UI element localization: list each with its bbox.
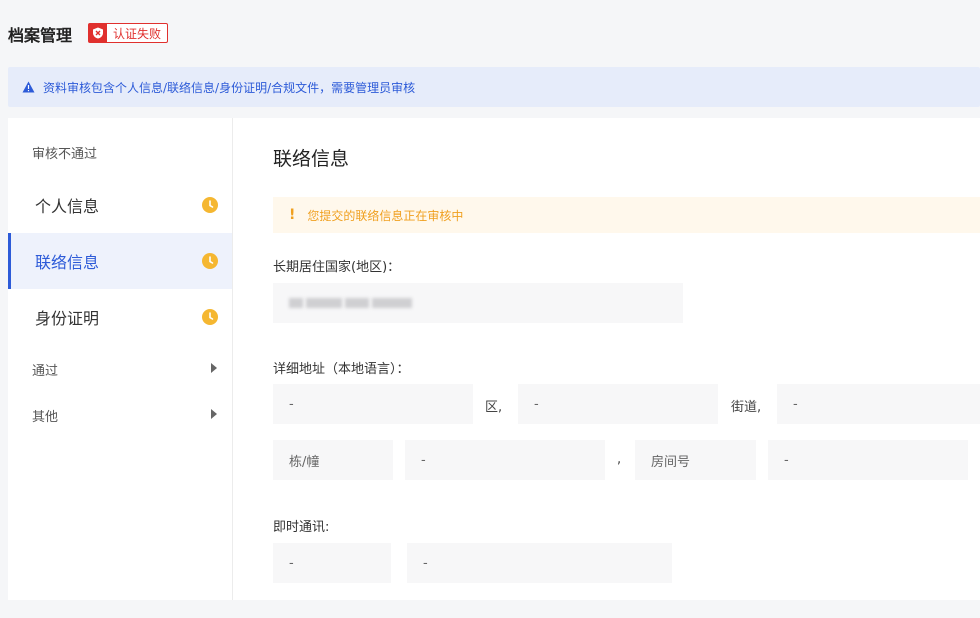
building-label-box: 栋/幢: [273, 440, 393, 480]
exclamation-icon: !: [289, 207, 296, 223]
clock-icon: [202, 309, 218, 325]
clock-icon: [202, 253, 218, 269]
address-label: 详细地址（本地语言）：: [273, 362, 410, 377]
sidebar-group-other[interactable]: 其他: [32, 406, 58, 425]
room-field[interactable]: -: [768, 440, 968, 480]
street-field[interactable]: -: [518, 384, 718, 424]
sidebar: 审核不通过 个人信息 联络信息 身份证明 通过 其他: [8, 118, 233, 600]
sidebar-item-label: 联络信息: [35, 253, 100, 272]
district-field[interactable]: -: [273, 384, 473, 424]
sidebar-item-personal-info[interactable]: 个人信息: [8, 177, 232, 233]
warning-triangle-icon: [22, 78, 35, 97]
sidebar-item-contact-info[interactable]: 联络信息: [8, 233, 232, 289]
sidebar-group-passed[interactable]: 通过: [32, 360, 58, 379]
header: 档案管理 认证失败: [0, 0, 980, 66]
main-panel: 审核不通过 个人信息 联络信息 身份证明 通过 其他 联络信息 ! 您提交的联络…: [8, 118, 980, 600]
building-separator: ,: [617, 452, 622, 467]
section-title: 联络信息: [273, 148, 350, 170]
caret-right-icon[interactable]: [210, 409, 218, 419]
clock-icon: [202, 197, 218, 213]
building-field[interactable]: -: [405, 440, 605, 480]
status-badge-label: 认证失败: [113, 26, 162, 41]
review-warning: ! 您提交的联络信息正在审核中: [273, 197, 980, 233]
sidebar-group-failed[interactable]: 审核不通过: [32, 143, 97, 162]
country-label: 长期居住国家(地区)：: [273, 260, 401, 275]
road-field[interactable]: -: [777, 384, 980, 424]
page-title: 档案管理: [8, 26, 73, 45]
sidebar-item-identity-proof[interactable]: 身份证明: [8, 289, 232, 345]
notice-bar: 资料审核包含个人信息/联络信息/身份证明/合规文件，需要管理员审核: [8, 67, 980, 107]
district-separator: 区,: [485, 400, 503, 415]
im-type-field[interactable]: -: [273, 543, 391, 583]
sidebar-item-label: 身份证明: [35, 309, 100, 328]
caret-right-icon[interactable]: [210, 363, 218, 373]
sidebar-item-label: 个人信息: [35, 197, 100, 216]
im-account-field[interactable]: -: [407, 543, 672, 583]
country-field[interactable]: [273, 283, 683, 323]
room-label-box: 房间号: [635, 440, 756, 480]
im-label: 即时通讯:: [273, 520, 330, 535]
review-warning-text: 您提交的联络信息正在审核中: [307, 208, 464, 223]
content-area: 联络信息 ! 您提交的联络信息正在审核中 长期居住国家(地区)： 详细地址（本地…: [273, 118, 980, 600]
shield-x-icon: [89, 24, 107, 42]
notice-text: 资料审核包含个人信息/联络信息/身份证明/合规文件，需要管理员审核: [43, 80, 416, 95]
street-separator: 街道,: [731, 400, 762, 415]
redacted-value: [289, 298, 412, 308]
status-badge: 认证失败: [88, 23, 169, 43]
